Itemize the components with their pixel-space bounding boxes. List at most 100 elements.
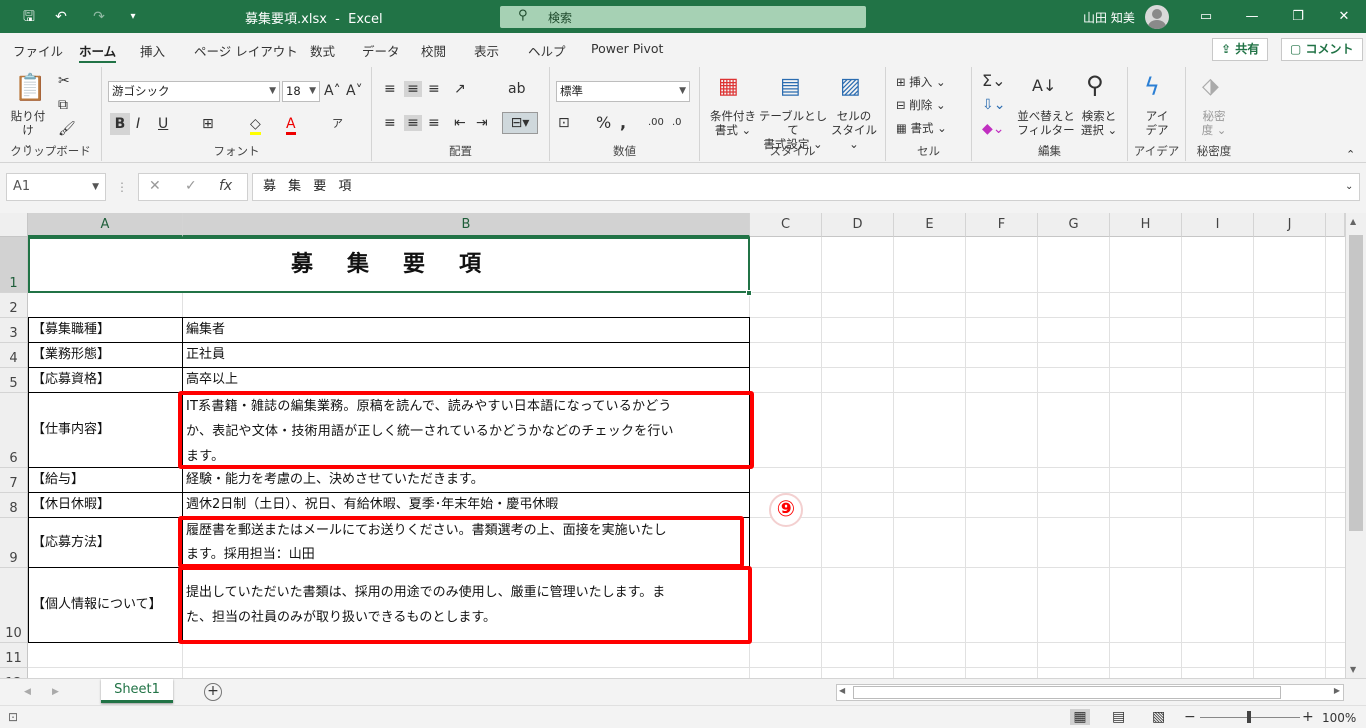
label-cell[interactable]: 【個人情報について】 xyxy=(32,568,182,642)
name-box[interactable]: A1 ▼ xyxy=(6,173,106,201)
delete-cells-button[interactable]: ⊟ 削除 ⌄ xyxy=(896,98,946,112)
cell-styles-icon[interactable]: ▨ xyxy=(840,75,861,99)
column-header-a[interactable]: A xyxy=(28,213,183,237)
column-header-d[interactable]: D xyxy=(822,213,894,237)
title-cell[interactable]: 募 集 要 項 xyxy=(28,237,750,293)
font-name-select[interactable]: 游ゴシック ▼ xyxy=(108,81,280,102)
phonetic-icon[interactable]: ア xyxy=(332,116,343,132)
label-cell[interactable]: 【仕事内容】 xyxy=(32,393,110,467)
column-header-i[interactable]: I xyxy=(1182,213,1254,237)
label-cell[interactable]: 【募集職種】 xyxy=(32,318,110,342)
fill-handle[interactable] xyxy=(746,290,752,296)
zoom-slider-thumb[interactable] xyxy=(1247,711,1251,723)
align-top-icon[interactable]: ≡ xyxy=(384,81,396,97)
align-bottom-icon[interactable]: ≡ xyxy=(428,81,440,97)
label-cell[interactable]: 【応募方法】 xyxy=(32,518,110,567)
row-header-6[interactable]: 6 xyxy=(0,393,28,468)
page-break-view-icon[interactable]: ▧ xyxy=(1152,709,1165,725)
fill-icon[interactable]: ⇩⌄ xyxy=(982,97,1005,113)
select-all-corner[interactable] xyxy=(0,213,28,237)
row-header-2[interactable]: 2 xyxy=(0,293,28,318)
customize-toolbar-icon[interactable]: ▾ xyxy=(122,6,144,28)
borders-icon[interactable]: ⊞ xyxy=(202,116,214,132)
restore-icon[interactable]: ❐ xyxy=(1278,6,1318,28)
find-select-icon[interactable]: ⚲ xyxy=(1086,71,1104,99)
orientation-icon[interactable]: ↗ xyxy=(454,81,466,97)
cancel-icon[interactable]: ✕ xyxy=(149,178,161,194)
save-icon[interactable]: 🖫 xyxy=(18,6,40,28)
zoom-level[interactable]: 100% xyxy=(1322,711,1356,725)
align-center-icon[interactable]: ≡ xyxy=(404,115,422,131)
label-cell[interactable]: 【休日休暇】 xyxy=(32,493,110,517)
sensitivity-button[interactable]: 秘密度 ⌄ xyxy=(1192,109,1236,137)
cut-icon[interactable]: ✂ xyxy=(58,73,70,89)
decrease-indent-icon[interactable]: ⇤ xyxy=(454,115,466,131)
horizontal-scrollbar[interactable]: ◀ ▶ xyxy=(836,684,1344,701)
enter-icon[interactable]: ✓ xyxy=(185,178,197,194)
redo-icon[interactable]: ↷ xyxy=(88,6,110,28)
value-cell[interactable]: 編集者 xyxy=(186,318,225,342)
comment-button[interactable]: ▢ コメント xyxy=(1281,38,1363,61)
tab-view[interactable]: 表示 xyxy=(474,41,499,60)
undo-icon[interactable]: ↶ xyxy=(50,6,72,28)
italic-button[interactable]: I xyxy=(136,116,140,132)
underline-button[interactable]: U xyxy=(158,116,168,132)
search-box[interactable]: ⚲ 検索 xyxy=(500,6,866,28)
fill-color-icon[interactable]: ◇ xyxy=(250,116,261,135)
row-header-10[interactable]: 10 xyxy=(0,568,28,643)
value-cell[interactable]: 週休2日制（土日）、祝日、有給休暇、夏季･年末年始・慶弔休暇 xyxy=(186,493,558,517)
insert-cells-button[interactable]: ⊞ 挿入 ⌄ xyxy=(896,75,946,89)
decrease-decimal-icon[interactable]: .0 xyxy=(672,115,682,131)
ideas-icon[interactable]: ϟ xyxy=(1144,73,1160,101)
format-painter-icon[interactable]: 🖌 xyxy=(58,121,76,137)
row-header-4[interactable]: 4 xyxy=(0,343,28,368)
ribbon-display-icon[interactable]: ▭ xyxy=(1186,6,1226,28)
add-sheet-icon[interactable]: + xyxy=(204,683,222,701)
scroll-left-icon[interactable]: ◀ xyxy=(839,686,845,695)
tab-help[interactable]: ヘルプ xyxy=(528,41,566,60)
increase-indent-icon[interactable]: ⇥ xyxy=(476,115,488,131)
column-header-e[interactable]: E xyxy=(894,213,966,237)
value-cell[interactable]: 経験・能力を考慮の上、決めさせていただきます。 xyxy=(186,468,484,492)
conditional-format-button[interactable]: 条件付き 書式 ⌄ xyxy=(702,109,764,137)
label-cell[interactable]: 【応募資格】 xyxy=(32,368,110,392)
align-left-icon[interactable]: ≡ xyxy=(384,115,396,131)
format-as-table-icon[interactable]: ▤ xyxy=(780,75,801,99)
font-color-icon[interactable]: A xyxy=(286,116,296,135)
worksheet-grid[interactable]: A B C D E F G H I J 1 2 3 4 5 6 7 8 9 10… xyxy=(0,213,1366,678)
vertical-scroll-thumb[interactable] xyxy=(1349,235,1363,531)
copy-icon[interactable]: ⧉ xyxy=(58,97,68,113)
avatar[interactable] xyxy=(1145,5,1169,29)
value-cell[interactable]: 高卒以上 xyxy=(186,368,238,392)
tab-review[interactable]: 校閲 xyxy=(421,41,446,60)
tab-home[interactable]: ホーム xyxy=(79,41,117,64)
row-header-7[interactable]: 7 xyxy=(0,468,28,493)
increase-decimal-icon[interactable]: .00 xyxy=(648,115,664,131)
format-cells-button[interactable]: ▦ 書式 ⌄ xyxy=(896,121,947,135)
minimize-icon[interactable]: — xyxy=(1232,6,1272,28)
tab-formulas[interactable]: 数式 xyxy=(310,41,335,60)
next-sheet-icon[interactable]: ▶ xyxy=(52,684,59,700)
prev-sheet-icon[interactable]: ◀ xyxy=(24,684,31,700)
increase-font-icon[interactable]: A˄ xyxy=(324,83,341,99)
zoom-out-icon[interactable]: − xyxy=(1184,709,1196,725)
scroll-down-icon[interactable]: ▼ xyxy=(1350,665,1356,674)
clear-icon[interactable]: ◆⌄ xyxy=(982,121,1005,137)
close-icon[interactable]: ✕ xyxy=(1324,6,1364,28)
vertical-scrollbar[interactable]: ▲ ▼ xyxy=(1345,213,1366,678)
row-header-12[interactable]: 12 xyxy=(0,668,28,678)
page-layout-view-icon[interactable]: ▤ xyxy=(1112,709,1125,725)
row-header-1[interactable]: 1 xyxy=(0,237,28,293)
tab-insert[interactable]: 挿入 xyxy=(140,41,165,60)
formula-input[interactable]: 募 集 要 項 xyxy=(252,173,1360,201)
tab-page-layout[interactable]: ページ レイアウト xyxy=(194,41,298,60)
column-header-k[interactable] xyxy=(1326,213,1345,237)
font-size-select[interactable]: 18 ▼ xyxy=(282,81,320,102)
tab-file[interactable]: ファイル xyxy=(13,41,63,60)
column-header-h[interactable]: H xyxy=(1110,213,1182,237)
align-right-icon[interactable]: ≡ xyxy=(428,115,440,131)
row-header-5[interactable]: 5 xyxy=(0,368,28,393)
user-name[interactable]: 山田 知美 xyxy=(1083,9,1135,26)
merge-center-icon[interactable]: ⊟▾ xyxy=(502,112,538,134)
column-header-g[interactable]: G xyxy=(1038,213,1110,237)
